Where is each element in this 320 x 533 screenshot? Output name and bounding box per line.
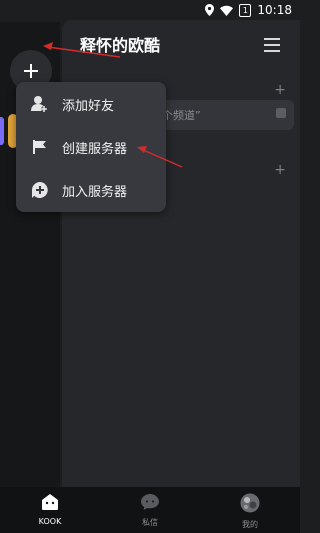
chat-bubble-icon <box>141 494 159 510</box>
status-icons: 1 10:18 <box>205 3 292 17</box>
wifi-icon <box>220 5 234 16</box>
menu-icon[interactable] <box>264 38 280 52</box>
server-title[interactable]: 释怀的欧酷 <box>80 32 160 56</box>
create-server-label: 创建服务器 <box>62 141 128 157</box>
popup-menu: 添加好友 创建服务器 加入服务器 <box>16 82 166 212</box>
battery-icon: 1 <box>239 3 252 17</box>
add-category-icon[interactable]: + <box>274 162 286 178</box>
channel-name: 个频道” <box>162 109 201 122</box>
kook-home-icon <box>42 494 58 510</box>
selected-server-indicator <box>0 117 4 145</box>
join-server-item[interactable]: 加入服务器 <box>16 170 166 210</box>
nav-label-kook: KOOK <box>38 517 62 526</box>
nav-item-profile[interactable]: 我的 <box>220 493 280 530</box>
create-server-item[interactable]: 创建服务器 <box>16 127 166 167</box>
status-bar: 1 10:18 <box>0 0 300 22</box>
add-friend-label: 添加好友 <box>62 98 115 114</box>
nav-label-messages: 私信 <box>142 518 158 527</box>
flag-icon <box>30 137 50 157</box>
bottom-nav: KOOK 私信 我的 <box>0 487 300 533</box>
add-channel-icon[interactable]: + <box>274 82 286 98</box>
plus-icon <box>24 64 38 78</box>
location-icon <box>205 4 215 16</box>
join-server-icon <box>30 180 50 200</box>
channel-settings-icon[interactable] <box>276 108 286 118</box>
nav-item-kook[interactable]: KOOK <box>20 493 80 526</box>
add-friend-item[interactable]: 添加好友 <box>16 84 166 124</box>
add-friend-icon <box>30 94 50 114</box>
join-server-label: 加入服务器 <box>62 184 128 200</box>
nav-item-messages[interactable]: 私信 <box>120 493 180 528</box>
status-time: 10:18 <box>257 3 292 17</box>
nav-label-profile: 我的 <box>242 520 258 529</box>
avatar-icon <box>240 493 260 513</box>
